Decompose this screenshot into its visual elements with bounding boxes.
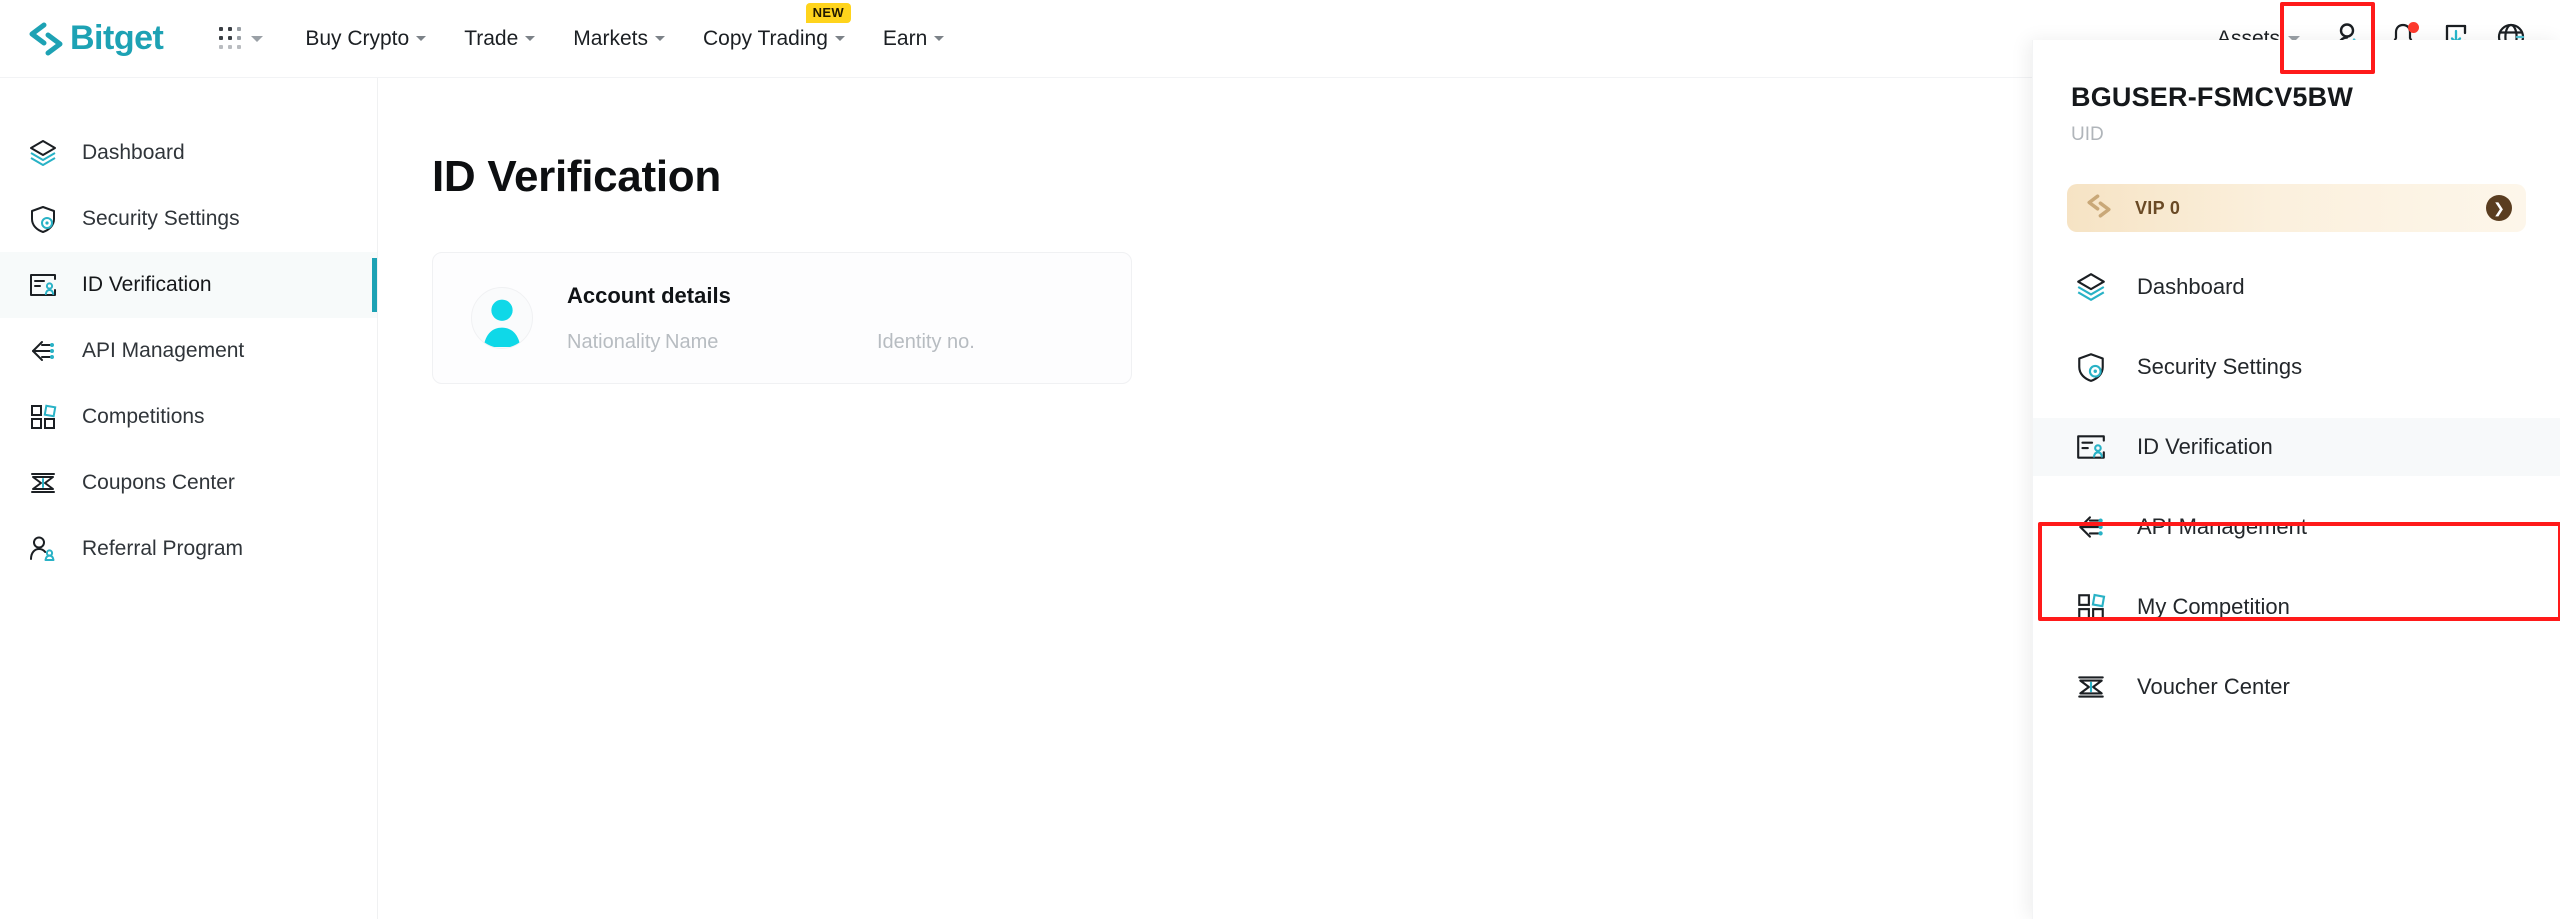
nav-item-copy-trading[interactable]: NEW Copy Trading bbox=[702, 2, 851, 51]
apps-grid-button[interactable] bbox=[219, 26, 264, 51]
layers-icon bbox=[26, 136, 60, 170]
dropdown-username: BGUSER-FSMCV5BW bbox=[2071, 82, 2354, 112]
dropdown-menu-list: Dashboard Security Settings ID Verificat… bbox=[2033, 258, 2560, 716]
nav-label: Earn bbox=[882, 26, 928, 50]
sidebar-item-label: Referral Program bbox=[82, 537, 244, 560]
sidebar-item-label: API Management bbox=[82, 339, 245, 362]
user-referral-icon bbox=[26, 532, 60, 566]
left-sidebar: Dashboard Security Settings ID Verificat… bbox=[0, 78, 378, 919]
main-content: ID Verification Account details National… bbox=[378, 78, 2032, 919]
apps-grid-icon bbox=[219, 26, 243, 51]
dropdown-item-voucher-center[interactable]: Voucher Center bbox=[2033, 658, 2560, 716]
sidebar-item-api-management[interactable]: API Management bbox=[0, 318, 377, 384]
sidebar-item-coupons-center[interactable]: Coupons Center bbox=[0, 450, 377, 516]
grid-squares-icon bbox=[2073, 589, 2109, 625]
dropdown-item-security-settings[interactable]: Security Settings bbox=[2033, 338, 2560, 396]
sidebar-item-label: Coupons Center bbox=[82, 471, 235, 494]
account-details-title: Account details bbox=[567, 282, 731, 308]
sidebar-item-label: Security Settings bbox=[82, 207, 240, 230]
sidebar-item-id-verification[interactable]: ID Verification bbox=[0, 252, 377, 318]
dropdown-item-dashboard[interactable]: Dashboard bbox=[2033, 258, 2560, 316]
chevron-down-icon bbox=[525, 36, 536, 41]
api-arrow-icon bbox=[2073, 509, 2109, 545]
nav-label: Trade bbox=[464, 26, 519, 50]
bitget-logo-mark bbox=[26, 21, 66, 57]
chevron-down-icon bbox=[654, 36, 665, 41]
shield-icon bbox=[26, 202, 60, 236]
user-avatar-icon bbox=[471, 287, 533, 349]
sidebar-item-label: ID Verification bbox=[82, 273, 212, 296]
nav-item-earn[interactable]: Earn bbox=[882, 26, 945, 51]
vip-level-label: VIP 0 bbox=[2135, 197, 2181, 218]
account-details-fields: Nationality Name Identity no. bbox=[567, 331, 975, 354]
nav-label: Markets bbox=[573, 26, 648, 50]
nav-item-markets[interactable]: Markets bbox=[573, 27, 665, 51]
bitget-logo[interactable]: Bitget bbox=[26, 19, 164, 58]
sidebar-item-dashboard[interactable]: Dashboard bbox=[0, 120, 377, 186]
chevron-down-icon bbox=[251, 35, 264, 42]
api-arrow-icon bbox=[26, 334, 60, 368]
page-title: ID Verification bbox=[432, 152, 721, 201]
dropdown-user-block: BGUSER-FSMCV5BW UID bbox=[2033, 40, 2560, 146]
bitget-logo-text: Bitget bbox=[70, 19, 164, 57]
dropdown-item-my-competition[interactable]: My Competition bbox=[2033, 578, 2560, 636]
vip-banner[interactable]: VIP 0 ❯ bbox=[2067, 184, 2526, 232]
layers-icon bbox=[2073, 269, 2109, 305]
dropdown-item-label: API Management bbox=[2137, 514, 2307, 539]
sidebar-item-referral-program[interactable]: Referral Program bbox=[0, 516, 377, 582]
ticket-icon bbox=[26, 466, 60, 500]
dropdown-item-api-management[interactable]: API Management bbox=[2033, 498, 2560, 556]
field-label-name: Name bbox=[665, 330, 719, 353]
chevron-down-icon bbox=[834, 36, 845, 41]
sidebar-item-label: Competitions bbox=[82, 405, 205, 428]
dropdown-item-label: Security Settings bbox=[2137, 354, 2303, 379]
profile-dropdown-panel: BGUSER-FSMCV5BW UID VIP 0 ❯ Dashboard Se… bbox=[2032, 40, 2560, 919]
new-badge: NEW bbox=[805, 2, 851, 23]
nav-label: Buy Crypto bbox=[305, 26, 410, 50]
id-card-icon bbox=[2073, 429, 2109, 465]
nav-item-buy-crypto[interactable]: Buy Crypto bbox=[305, 26, 427, 51]
ticket-icon bbox=[2073, 669, 2109, 705]
chevron-down-icon bbox=[416, 36, 427, 41]
id-card-icon bbox=[26, 268, 60, 302]
sidebar-item-security-settings[interactable]: Security Settings bbox=[0, 186, 377, 252]
account-details-card: Account details Nationality Name Identit… bbox=[432, 252, 1132, 384]
main-nav: Buy Crypto Trade Markets NEW Copy Tradin… bbox=[305, 2, 982, 51]
dropdown-item-id-verification[interactable]: ID Verification bbox=[2033, 418, 2560, 476]
nav-item-trade[interactable]: Trade bbox=[464, 26, 536, 51]
chevron-down-icon bbox=[934, 36, 945, 41]
bitget-vip-icon bbox=[2085, 193, 2113, 224]
sidebar-item-competitions[interactable]: Competitions bbox=[0, 384, 377, 450]
nav-label: Copy Trading bbox=[702, 26, 828, 50]
field-label-identity-no: Identity no. bbox=[877, 330, 975, 353]
shield-icon bbox=[2073, 349, 2109, 385]
chevron-right-icon[interactable]: ❯ bbox=[2486, 195, 2512, 221]
dropdown-item-label: My Competition bbox=[2137, 594, 2290, 619]
dropdown-item-label: ID Verification bbox=[2137, 434, 2273, 459]
dropdown-uid-label: UID bbox=[2071, 124, 2104, 145]
field-label-nationality: Nationality bbox=[567, 330, 661, 353]
sidebar-item-label: Dashboard bbox=[82, 141, 185, 164]
app-root: Bitget Buy Crypto Trade Markets NEW Copy… bbox=[0, 0, 2560, 919]
dropdown-item-label: Voucher Center bbox=[2137, 674, 2290, 699]
dropdown-item-label: Dashboard bbox=[2137, 274, 2245, 299]
notification-dot bbox=[2408, 22, 2419, 33]
grid-squares-icon bbox=[26, 400, 60, 434]
account-details-body: Account details Nationality Name Identit… bbox=[567, 283, 975, 354]
